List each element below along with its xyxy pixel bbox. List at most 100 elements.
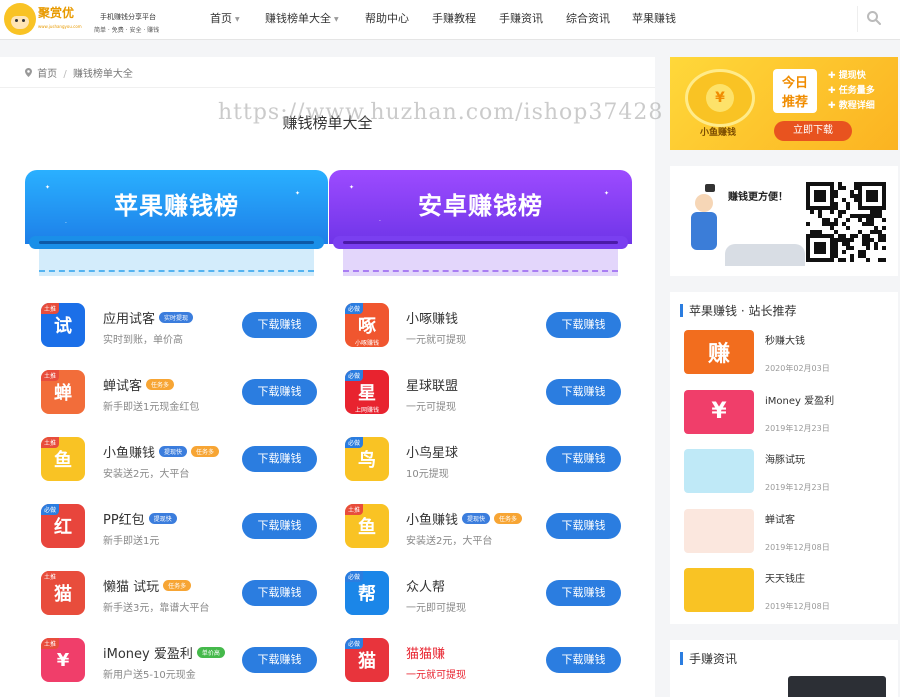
breadcrumb-home[interactable]: 首页 (37, 69, 57, 80)
recommend-date: 2019年12月23日 (765, 423, 830, 433)
app-badge: 任务多 (163, 580, 192, 591)
app-name-text: 众人帮 (406, 580, 446, 595)
app-name[interactable]: 小鸟星球 (406, 442, 458, 461)
ad-download-button[interactable]: 立即下载 (774, 121, 852, 141)
app-tag: 必做 (345, 303, 364, 314)
app-icon[interactable]: 帮必做 (345, 571, 389, 615)
app-tag: 土推 (345, 504, 364, 515)
chevron-down-icon: ▼ (334, 16, 339, 23)
today-recommend-badge: 今日 推荐 (773, 69, 817, 113)
app-badge: 任务多 (494, 513, 523, 524)
nav-item-3[interactable]: 手赚教程 (432, 10, 476, 26)
nav-item-6[interactable]: 苹果赚钱 (632, 10, 676, 26)
watermark: https://www.huzhan.com/ishop37428 (218, 100, 664, 125)
download-button[interactable]: 下载赚钱 (546, 513, 621, 539)
app-name-text: 星球联盟 (406, 379, 459, 394)
app-icon[interactable]: 鱼土推 (345, 504, 389, 548)
recommend-title[interactable]: iMoney 爱盈利 (765, 392, 834, 407)
app-name-text: 猫猫赚 (406, 647, 446, 662)
app-icon[interactable]: 鱼土推 (41, 437, 85, 481)
app-icon[interactable]: 猫必做 (345, 638, 389, 682)
recommend-thumbnail[interactable]: ¥ (684, 389, 754, 434)
app-name-text: 小啄赚钱 (406, 312, 459, 327)
nav-item-5[interactable]: 综合资讯 (566, 10, 610, 26)
download-button[interactable]: 下载赚钱 (242, 513, 317, 539)
app-name[interactable]: 猫猫赚 (406, 643, 445, 662)
nav-item-label: 手赚教程 (432, 12, 476, 25)
app-name[interactable]: 众人帮 (406, 576, 445, 595)
app-description: 一元就可提现 (406, 670, 466, 681)
recommend-title[interactable]: 天天钱庄 (765, 570, 805, 585)
recommend-title[interactable]: 海豚试玩 (765, 451, 805, 466)
app-icon[interactable]: 鸟必做 (345, 437, 389, 481)
app-name[interactable]: 懒猫 试玩 任务多 (103, 576, 192, 595)
recommend-thumbnail[interactable] (684, 568, 754, 612)
search-icon[interactable] (866, 10, 882, 30)
app-name[interactable]: 小鱼赚钱 提现快 任务多 (406, 509, 523, 528)
city-illustration (725, 244, 805, 266)
promo-ad-qrcode[interactable]: 赚钱更方便！ (670, 166, 898, 276)
app-name[interactable]: iMoney 爱盈利 单价高 (103, 643, 225, 662)
panel-title: 苹果赚钱 · 站长推荐 (680, 302, 796, 319)
app-description: 实时到账，单价高 (103, 335, 183, 346)
recommend-thumbnail[interactable]: 赚 (684, 330, 754, 374)
app-name-text: 蝉试客 (103, 379, 143, 394)
app-name[interactable]: 蝉试客 任务多 (103, 375, 175, 394)
app-badge: 实时提现 (159, 312, 194, 323)
download-button[interactable]: 下载赚钱 (546, 446, 621, 472)
recommend-date: 2019年12月23日 (765, 483, 830, 492)
app-name[interactable]: 小啄赚钱 (406, 308, 458, 327)
app-badge: 提现快 (148, 513, 177, 524)
nav-item-1[interactable]: 赚钱榜单大全 ▼ (265, 10, 339, 26)
download-button[interactable]: 下载赚钱 (242, 446, 317, 472)
logo-text[interactable]: 聚赏优 (38, 4, 74, 21)
app-description: 10元提现 (406, 469, 449, 480)
news-thumbnail[interactable] (788, 676, 886, 697)
app-icon[interactable]: 星必做 上网赚钱 (345, 370, 389, 414)
app-icon[interactable]: 蝉土推 (41, 370, 85, 414)
main-content: 首页 / 赚钱榜单大全 赚钱榜单大全 https://www.huzhan.co… (0, 57, 662, 697)
thumbnail-glyph (684, 509, 754, 553)
app-name-text: 小鱼赚钱 (406, 513, 459, 528)
cartoon-man-illustration (675, 184, 730, 269)
nav-item-0[interactable]: 首页 ▼ (210, 10, 240, 26)
recommend-panel: 苹果赚钱 · 站长推荐 赚 秒赚大钱 2020年02月03日 ¥ iMoney 爱盈利 2… (670, 292, 898, 624)
app-tag: 必做 (41, 504, 60, 515)
nav-item-4[interactable]: 手赚资讯 (499, 10, 543, 26)
thumbnail-glyph: ¥ (711, 399, 727, 424)
download-button[interactable]: 下载赚钱 (546, 647, 621, 673)
download-button[interactable]: 下载赚钱 (546, 580, 621, 606)
recommend-title[interactable]: 蝉试客 (765, 511, 795, 526)
android-ranking-banner: ✦ ✦ · 安卓赚钱榜 (329, 170, 632, 276)
logo-icon[interactable] (4, 3, 36, 35)
app-name[interactable]: PP红包 提现快 (103, 509, 177, 528)
app-tag: 必做 (345, 370, 364, 381)
download-button[interactable]: 下载赚钱 (546, 312, 621, 338)
app-icon-caption: 上网赚钱 (354, 407, 379, 414)
promo-ad-xiaoyu[interactable]: ¥ 小鱼赚钱 今日 推荐 ✚ 提现快 ✚ 任务量多 ✚ 教程详细 立即下载 (670, 57, 898, 150)
app-icon[interactable]: 红必做 (41, 504, 85, 548)
app-name[interactable]: 星球联盟 (406, 375, 458, 394)
app-icon[interactable]: 啄必做 小啄赚钱 (345, 303, 389, 347)
recommend-title[interactable]: 秒赚大钱 (765, 332, 805, 347)
app-name[interactable]: 应用试客 实时提现 (103, 308, 194, 327)
banner-title: 安卓赚钱榜 (418, 192, 543, 220)
recommend-date: 2019年12月08日 (765, 542, 830, 552)
recommend-thumbnail[interactable] (684, 449, 754, 493)
download-button[interactable]: 下载赚钱 (242, 379, 317, 405)
recommend-thumbnail[interactable] (684, 508, 754, 553)
thumbnail-glyph (684, 568, 754, 612)
app-badge: 提现快 (462, 513, 491, 524)
app-name[interactable]: 小鱼赚钱 提现快 任务多 (103, 442, 220, 461)
nav-item-label: 手赚资讯 (499, 12, 543, 25)
download-button[interactable]: 下载赚钱 (242, 312, 317, 338)
ad-app-name: 小鱼赚钱 (700, 128, 737, 138)
nav-item-2[interactable]: 帮助中心 (365, 10, 409, 26)
download-button[interactable]: 下载赚钱 (242, 580, 317, 606)
download-button[interactable]: 下载赚钱 (546, 379, 621, 405)
app-icon[interactable]: 猫土推 (41, 571, 85, 615)
qrcode-icon (806, 182, 886, 262)
app-icon[interactable]: 试土推 (41, 303, 85, 347)
app-icon[interactable]: ¥ 土推 (41, 638, 85, 682)
download-button[interactable]: 下载赚钱 (242, 647, 317, 673)
